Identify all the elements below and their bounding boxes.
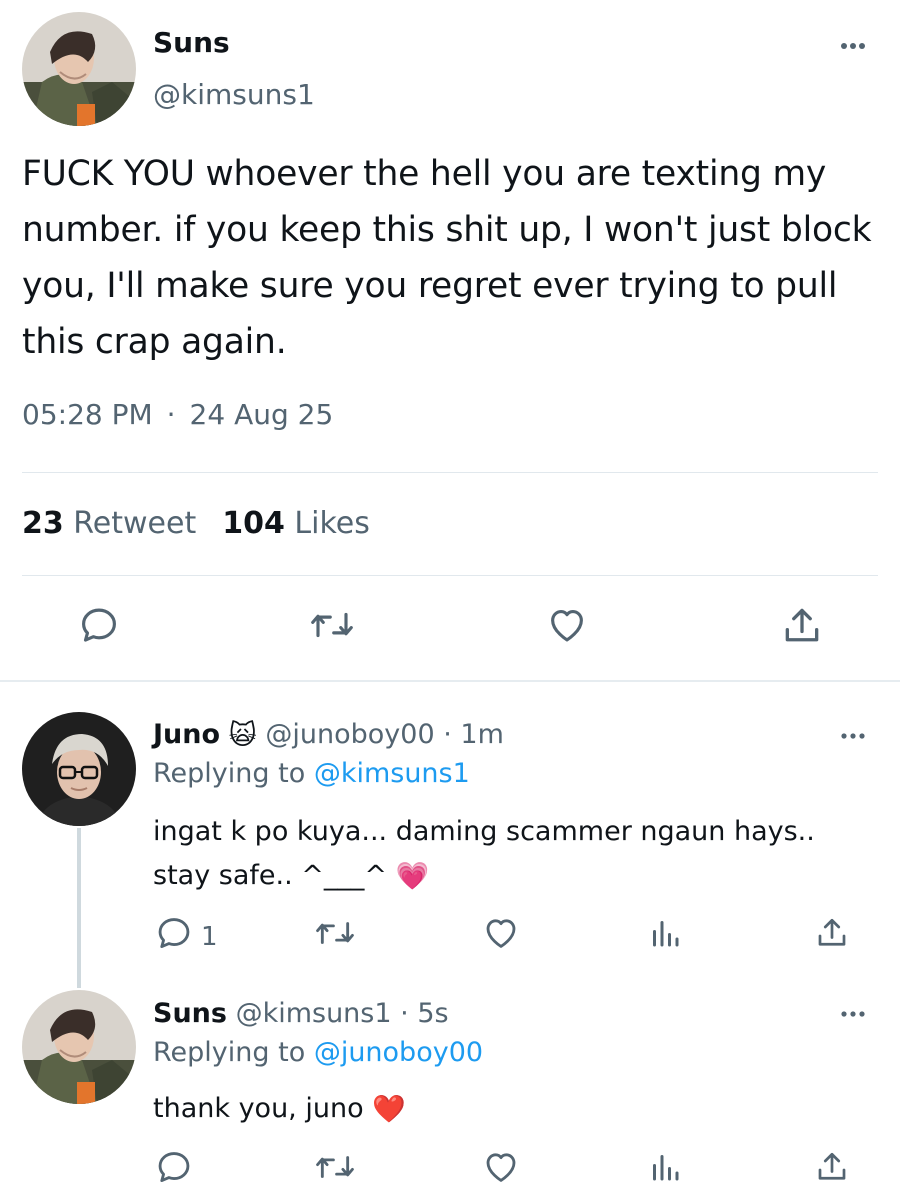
tweet-date: 24 Aug 25: [189, 398, 334, 431]
analytics-button[interactable]: [650, 914, 680, 959]
main-tweet-text: FUCK YOU whoever the hell you are textin…: [22, 154, 872, 362]
analytics-icon: [650, 914, 680, 959]
heart-icon: [545, 604, 589, 653]
like-button[interactable]: [482, 914, 520, 959]
main-tweet-avatar[interactable]: [22, 12, 136, 126]
main-tweet-timestamp[interactable]: 05:28 PM · 24 Aug 25: [22, 398, 333, 431]
divider: [22, 472, 878, 473]
reply-text-body: thank you, juno: [153, 1093, 364, 1124]
likes-label: Likes: [294, 506, 370, 541]
retweet-stat[interactable]: 23 Retweet: [22, 506, 196, 541]
replying-to: Replying to @kimsuns1: [153, 758, 470, 789]
main-tweet-actions: [0, 604, 900, 654]
reply-icon: [78, 604, 120, 653]
retweet-label: Retweet: [73, 506, 197, 541]
more-icon[interactable]: [838, 36, 868, 56]
heart-icon: [482, 1148, 520, 1193]
reply-header: Juno 🙀 @junoboy00 · 1m: [153, 719, 504, 751]
red-heart-emoji: ❤️: [372, 1093, 406, 1125]
reply-icon: [155, 1148, 193, 1193]
analytics-button[interactable]: [650, 1148, 680, 1193]
share-button[interactable]: [814, 914, 850, 959]
tweet-thread: Suns @kimsuns1 FUCK YOU whoever the hell…: [0, 0, 900, 1200]
reply-author-name[interactable]: Juno: [153, 719, 220, 750]
share-icon: [814, 1148, 850, 1193]
heart-emoji: 💗: [395, 860, 430, 892]
retweet-count: 23: [22, 506, 64, 541]
main-tweet-author-name[interactable]: Suns: [153, 26, 230, 59]
time-separator: ·: [400, 998, 409, 1029]
tweet-time: 05:28 PM: [22, 398, 153, 431]
reply-button[interactable]: 1: [155, 914, 218, 959]
retweet-button[interactable]: [314, 914, 356, 959]
replying-to: Replying to @junoboy00: [153, 1037, 483, 1068]
retweet-button[interactable]: [309, 604, 355, 653]
meta-separator: ·: [166, 398, 176, 431]
retweet-button[interactable]: [314, 1148, 356, 1193]
time-separator: ·: [443, 719, 452, 750]
tweet-stats: 23 Retweet 104 Likes: [22, 506, 370, 541]
like-button[interactable]: [482, 1148, 520, 1193]
reply-avatar-juno[interactable]: [22, 712, 136, 826]
analytics-icon: [650, 1148, 680, 1193]
reply-time[interactable]: 5s: [417, 998, 448, 1029]
share-button[interactable]: [780, 604, 824, 655]
reply-avatar-suns[interactable]: [22, 990, 136, 1104]
reply-actions: 1: [0, 914, 900, 964]
reply-button[interactable]: [155, 1148, 193, 1193]
retweet-icon: [309, 604, 355, 653]
reply-actions: [0, 1148, 900, 1198]
reply-button[interactable]: [78, 604, 120, 653]
replying-to-handle[interactable]: @kimsuns1: [314, 758, 470, 789]
share-icon: [814, 914, 850, 959]
reply-text: thank you, juno ❤️: [153, 1087, 873, 1132]
retweet-icon: [314, 914, 356, 959]
divider: [0, 680, 900, 682]
reply-header: Suns @kimsuns1 · 5s: [153, 998, 449, 1029]
reply-text-body: ingat k po kuya... daming scammer ngaun …: [153, 816, 815, 891]
retweet-icon: [314, 1148, 356, 1193]
share-icon: [780, 604, 824, 655]
more-icon[interactable]: [838, 1004, 868, 1024]
main-tweet-author-handle[interactable]: @kimsuns1: [153, 78, 315, 111]
replying-to-label: Replying to: [153, 758, 306, 789]
likes-stat[interactable]: 104 Likes: [222, 506, 370, 541]
like-button[interactable]: [545, 604, 589, 653]
reply-time[interactable]: 1m: [460, 719, 503, 750]
reply-text: ingat k po kuya... daming scammer ngaun …: [153, 810, 853, 899]
reply-author-name[interactable]: Suns: [153, 998, 227, 1029]
share-button[interactable]: [814, 1148, 850, 1193]
more-icon[interactable]: [838, 726, 868, 746]
reply-author-handle[interactable]: @kimsuns1: [236, 998, 392, 1029]
reply-author-handle[interactable]: @junoboy00: [265, 719, 434, 750]
divider: [22, 575, 878, 576]
thread-connector-line: [77, 828, 81, 988]
likes-count: 104: [222, 506, 285, 541]
heart-icon: [482, 914, 520, 959]
reply-icon: [155, 914, 193, 959]
replying-to-handle[interactable]: @junoboy00: [314, 1037, 483, 1068]
replying-to-label: Replying to: [153, 1037, 306, 1068]
reply-count: 1: [201, 921, 218, 952]
scream-cat-emoji: 🙀: [228, 720, 257, 751]
